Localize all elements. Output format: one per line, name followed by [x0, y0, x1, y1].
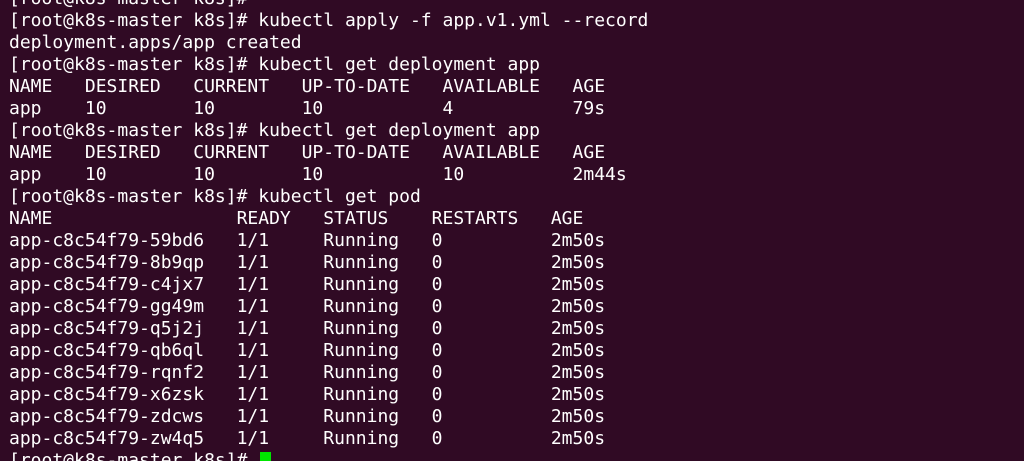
terminal-line: NAME DESIRED CURRENT UP-TO-DATE AVAILABL…: [9, 76, 606, 97]
terminal-line: app-c8c54f79-x6zsk 1/1 Running 0 2m50s: [9, 384, 606, 405]
terminal-line: app-c8c54f79-rqnf2 1/1 Running 0 2m50s: [9, 362, 606, 383]
terminal-line: app 10 10 10 10 2m44s: [9, 164, 627, 185]
terminal-line: [root@k8s-master k8s]#: [9, 0, 1019, 10]
terminal-line: app-c8c54f79-c4jx7 1/1 Running 0 2m50s: [9, 274, 606, 295]
terminal-line: app-c8c54f79-zdcws 1/1 Running 0 2m50s: [9, 406, 606, 427]
text-cursor: [260, 452, 272, 461]
terminal-line: app 10 10 10 4 79s: [9, 98, 606, 119]
terminal-line: [root@k8s-master k8s]# kubectl get deplo…: [9, 120, 541, 141]
terminal-line: [root@k8s-master k8s]# kubectl get pod: [9, 186, 421, 207]
terminal-line: NAME DESIRED CURRENT UP-TO-DATE AVAILABL…: [9, 142, 606, 163]
terminal-line: app-c8c54f79-zw4q5 1/1 Running 0 2m50s: [9, 428, 606, 449]
shell-prompt: [root@k8s-master k8s]#: [9, 450, 259, 461]
terminal-line: [root@k8s-master k8s]# kubectl get deplo…: [9, 54, 541, 75]
terminal-line: NAME READY STATUS RESTARTS AGE: [9, 208, 584, 229]
terminal-line: app-c8c54f79-qb6ql 1/1 Running 0 2m50s: [9, 340, 606, 361]
terminal-line: app-c8c54f79-q5j2j 1/1 Running 0 2m50s: [9, 318, 606, 339]
terminal-line: app-c8c54f79-gg49m 1/1 Running 0 2m50s: [9, 296, 606, 317]
terminal-line: app-c8c54f79-59bd6 1/1 Running 0 2m50s: [9, 230, 606, 251]
terminal-line: deployment.apps/app created: [9, 32, 302, 53]
terminal-window[interactable]: [root@k8s-master k8s]# [root@k8s-master …: [0, 0, 1024, 461]
terminal-output: [root@k8s-master k8s]# [root@k8s-master …: [9, 0, 1019, 461]
command-prompt-line[interactable]: [root@k8s-master k8s]#: [9, 450, 1019, 461]
terminal-line: app-c8c54f79-8b9qp 1/1 Running 0 2m50s: [9, 252, 606, 273]
terminal-line: [root@k8s-master k8s]# kubectl apply -f …: [9, 10, 649, 31]
